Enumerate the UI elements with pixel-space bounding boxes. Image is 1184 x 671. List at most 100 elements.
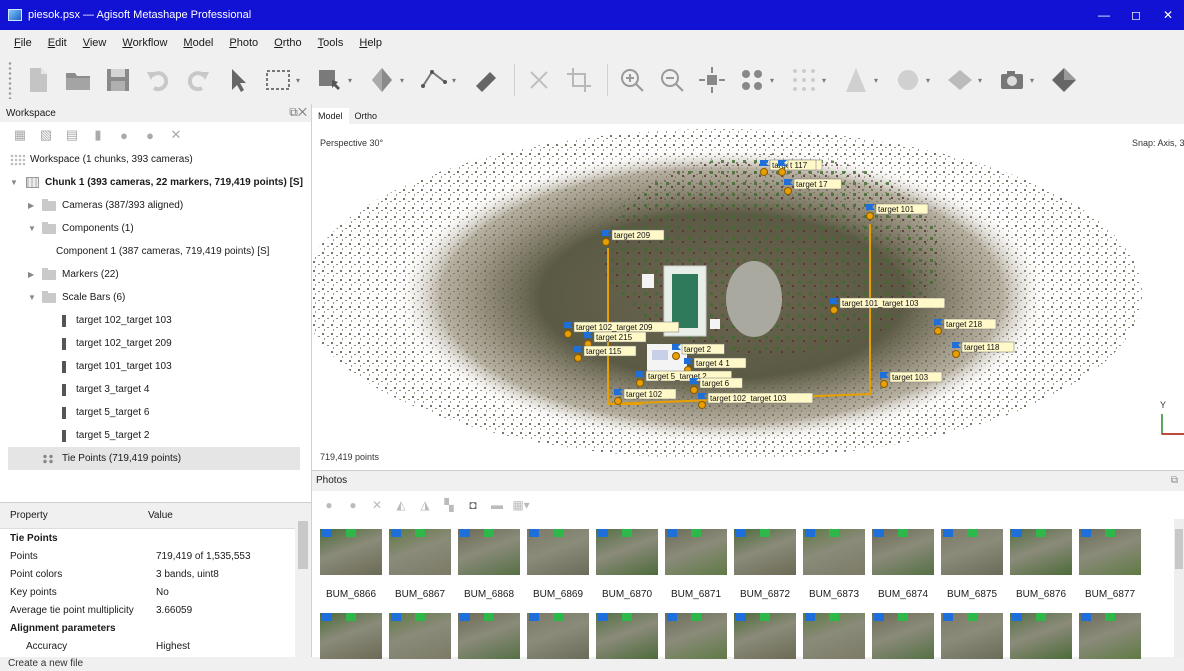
enable-icon[interactable]: ●: [114, 126, 134, 144]
menu-ortho[interactable]: Ortho: [274, 37, 302, 49]
marker-point[interactable]: [830, 306, 838, 314]
photo-thumbnail[interactable]: BUM_6872: [734, 529, 796, 600]
tree-scale-bar-item[interactable]: target 102_target 209: [0, 332, 311, 355]
rotate-region-button[interactable]: [364, 62, 400, 98]
marker-point[interactable]: [602, 238, 610, 246]
photo-preview[interactable]: [941, 613, 1003, 659]
chevron-down-icon[interactable]: ▾: [978, 76, 988, 85]
photo-thumbnail[interactable]: [527, 613, 589, 659]
open-file-button[interactable]: [60, 62, 96, 98]
marker-point[interactable]: [952, 350, 960, 358]
photo-thumbnail[interactable]: BUM_6869: [527, 529, 589, 600]
tree-workspace-root[interactable]: Workspace (1 chunks, 393 cameras): [0, 148, 311, 171]
maximize-button[interactable]: ◻: [1120, 0, 1152, 30]
remove-icon[interactable]: ✕: [166, 126, 186, 144]
marker-point[interactable]: [564, 330, 572, 338]
photo-preview[interactable]: [389, 613, 451, 659]
menu-view[interactable]: View: [83, 37, 107, 49]
close-button[interactable]: ✕: [1152, 0, 1184, 30]
add-chunk-icon[interactable]: ▦: [10, 126, 30, 144]
remove-camera-icon[interactable]: ✕: [368, 497, 386, 513]
panel-float-close-icons[interactable]: ⧉✕: [289, 105, 307, 120]
marker-target[interactable]: target 17: [784, 178, 842, 195]
delete-selection-button[interactable]: [521, 62, 557, 98]
dense-cloud-view-button[interactable]: [786, 62, 822, 98]
enable-camera-icon[interactable]: ●: [320, 497, 338, 513]
photo-preview[interactable]: [527, 613, 589, 659]
rotate-left-icon[interactable]: ◭: [392, 497, 410, 513]
photo-thumbnail[interactable]: [1010, 613, 1072, 659]
add-marker-icon[interactable]: ▮: [88, 126, 108, 144]
photo-thumbnail[interactable]: BUM_6873: [803, 529, 865, 600]
photo-thumbnail[interactable]: [665, 613, 727, 659]
marker-target[interactable]: target 102_target 103: [698, 392, 814, 409]
marker-point[interactable]: [866, 212, 874, 220]
marker-target[interactable]: target 118: [952, 341, 1015, 358]
photo-preview[interactable]: [596, 529, 658, 575]
rotate-right-icon[interactable]: ◮: [416, 497, 434, 513]
new-file-button[interactable]: [20, 62, 56, 98]
photo-thumbnail[interactable]: [734, 613, 796, 659]
dem-view-button[interactable]: [942, 62, 978, 98]
expand-arrow-icon[interactable]: ▼: [28, 224, 38, 233]
marker-point[interactable]: [690, 386, 698, 394]
marker-target[interactable]: target 101: [866, 203, 929, 220]
photo-preview[interactable]: [665, 613, 727, 659]
tree-scale-bar-item[interactable]: target 5_target 2: [0, 424, 311, 447]
photo-thumbnail[interactable]: [803, 613, 865, 659]
photo-preview[interactable]: [803, 529, 865, 575]
photo-thumbnail[interactable]: BUM_6871: [665, 529, 727, 600]
photo-preview[interactable]: [803, 613, 865, 659]
marker-point[interactable]: [778, 168, 786, 176]
menu-help[interactable]: Help: [359, 37, 382, 49]
photo-preview[interactable]: [527, 529, 589, 575]
photo-preview[interactable]: [734, 529, 796, 575]
marker-target[interactable]: target 215: [584, 331, 647, 348]
menu-photo[interactable]: Photo: [229, 37, 258, 49]
chevron-down-icon[interactable]: ▾: [770, 76, 780, 85]
scrollbar-thumb[interactable]: [1175, 529, 1183, 569]
tree-scale-bar-item[interactable]: target 3_target 4: [0, 378, 311, 401]
menu-edit[interactable]: Edit: [48, 37, 67, 49]
photos-scrollbar[interactable]: [1174, 519, 1184, 658]
mesh-view-button[interactable]: [838, 62, 874, 98]
tree-scale-bar-item[interactable]: target 101_target 103: [0, 355, 311, 378]
panel-float-icon[interactable]: ⧉: [1171, 471, 1178, 491]
redo-button[interactable]: [180, 62, 216, 98]
tree-components[interactable]: ▼ Components (1): [0, 217, 311, 240]
photo-thumbnail[interactable]: BUM_6870: [596, 529, 658, 600]
tie-points-view-button[interactable]: [734, 62, 770, 98]
tree-scale-bars[interactable]: ▼ Scale Bars (6): [0, 286, 311, 309]
photo-preview[interactable]: [1010, 613, 1072, 659]
marker-target[interactable]: target 101_target 103: [830, 297, 946, 314]
photo-preview[interactable]: [1010, 529, 1072, 575]
menu-tools[interactable]: Tools: [318, 37, 344, 49]
zoom-out-button[interactable]: [654, 62, 690, 98]
marker-target[interactable]: target 103: [880, 371, 943, 388]
show-cameras-button[interactable]: [1046, 62, 1082, 98]
photo-thumbnail[interactable]: BUM_6868: [458, 529, 520, 600]
tiled-model-view-button[interactable]: [890, 62, 926, 98]
expand-arrow-icon[interactable]: ▼: [28, 293, 38, 302]
marker-point[interactable]: [784, 187, 792, 195]
marker-point[interactable]: [880, 380, 888, 388]
marker-point[interactable]: [760, 168, 768, 176]
collapse-arrow-icon[interactable]: ▶: [28, 270, 38, 279]
property-column-header[interactable]: Property: [0, 510, 148, 521]
tree-markers[interactable]: ▶ Markers (22): [0, 263, 311, 286]
photo-thumbnail[interactable]: [389, 613, 451, 659]
filter-cameras-icon[interactable]: ▚: [440, 497, 458, 513]
properties-scrollbar[interactable]: [295, 503, 311, 658]
show-masks-icon[interactable]: ▬: [488, 497, 506, 513]
value-column-header[interactable]: Value: [148, 510, 173, 521]
marker-point[interactable]: [614, 397, 622, 405]
chevron-down-icon[interactable]: ▾: [822, 76, 832, 85]
photo-thumbnail[interactable]: BUM_6866: [320, 529, 382, 600]
tree-scale-bar-item[interactable]: target 5_target 6: [0, 401, 311, 424]
photo-preview[interactable]: [389, 529, 451, 575]
reset-filter-icon[interactable]: ◘: [464, 497, 482, 513]
menu-model[interactable]: Model: [183, 37, 213, 49]
scrollbar-thumb[interactable]: [298, 521, 308, 569]
marker-point[interactable]: [698, 401, 706, 409]
tree-component-1[interactable]: Component 1 (387 cameras, 719,419 points…: [0, 240, 311, 263]
